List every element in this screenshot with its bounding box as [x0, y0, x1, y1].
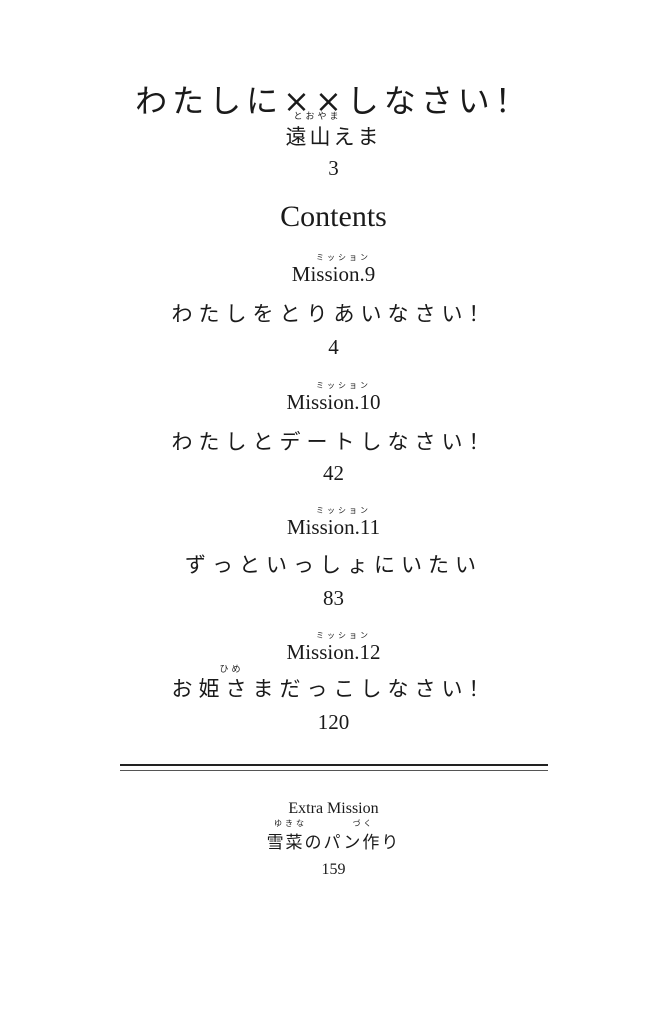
extra-page-number: 159 [321, 861, 346, 878]
mission-label: Mission.9 [291, 262, 376, 286]
author-name: 遠山えま [285, 125, 382, 149]
divider-rule [120, 764, 548, 766]
contents-page: わたしに××しなさい！ とおやま 遠山えま 3 Contents ミッション M… [0, 0, 667, 1024]
mission-ruby: ミッション [316, 631, 371, 640]
extra-title-ruby: づく [352, 819, 375, 828]
extra-title: 雪菜のパン作り [266, 833, 401, 853]
contents-heading: Contents [280, 200, 387, 233]
chapter-page-number: 120 [317, 710, 350, 734]
chapter-page-number: 42 [323, 461, 344, 485]
chapter-page-number: 4 [328, 335, 339, 359]
mission-ruby: ミッション [316, 506, 371, 515]
title-page-number: 3 [328, 156, 339, 180]
mission-ruby: ミッション [316, 253, 371, 262]
mission-ruby: ミッション [316, 381, 371, 390]
chapter-title: お姫さまだっこしなさい！ [171, 677, 496, 701]
extra-mission-label: Extra Mission [288, 800, 379, 817]
mission-label: Mission.10 [286, 390, 381, 414]
mission-label: Mission.12 [286, 640, 381, 664]
chapter-title: わたしをとりあいなさい！ [171, 302, 496, 326]
divider-rule [120, 770, 548, 771]
chapter-title: ずっといっしょにいたい [185, 553, 482, 577]
mission-label: Mission.11 [286, 515, 381, 539]
chapter-page-number: 83 [323, 586, 344, 610]
chapter-title: わたしとデートしなさい！ [171, 430, 496, 454]
